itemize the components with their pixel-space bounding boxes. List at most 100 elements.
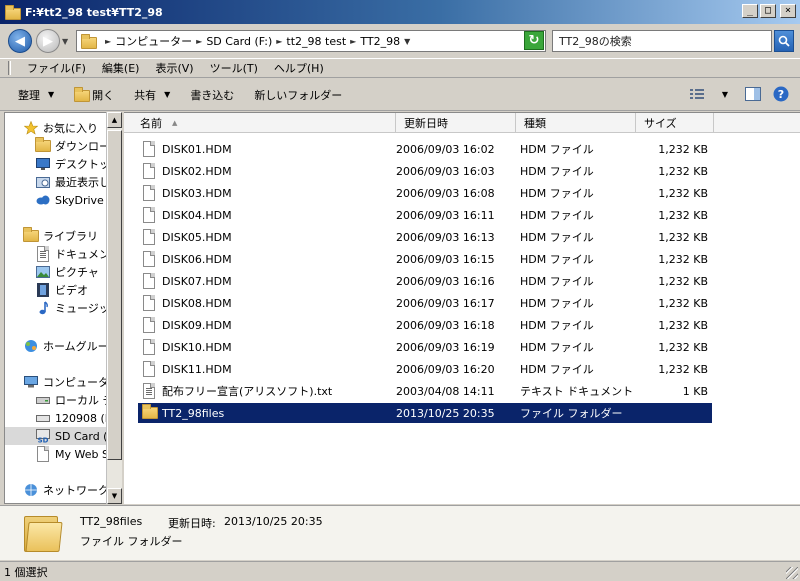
file-row[interactable]: DISK03.HDM 2006/09/03 16:08 HDM ファイル 1,2… [138, 183, 712, 203]
file-row[interactable]: DISK05.HDM 2006/09/03 16:13 HDM ファイル 1,2… [138, 227, 712, 247]
column-header-type[interactable]: 種類 [516, 113, 636, 133]
file-row[interactable]: 配布フリー宣言(アリスソフト).txt 2003/04/08 14:11 テキス… [138, 381, 712, 401]
scroll-down-arrow-icon[interactable]: ▼ [107, 488, 122, 504]
address-bar[interactable]: ► コンピューター ► SD Card (F:) ► tt2_98 test ►… [76, 30, 546, 52]
network-icon [23, 482, 39, 498]
close-button[interactable]: × [780, 4, 796, 18]
column-header-size[interactable]: サイズ [636, 113, 714, 133]
breadcrumb-separator-icon[interactable]: ► [196, 37, 202, 46]
file-name: TT2_98files [162, 406, 225, 420]
chevron-down-icon: ▼ [164, 90, 171, 99]
file-name: DISK07.HDM [162, 274, 232, 288]
nav-network[interactable]: ネットワーク [23, 481, 109, 499]
nav-libraries[interactable]: ライブラリ [23, 227, 98, 245]
file-row[interactable]: DISK02.HDM 2006/09/03 16:03 HDM ファイル 1,2… [138, 161, 712, 181]
file-icon [142, 339, 156, 355]
file-size: 1,232 KB [658, 252, 708, 266]
breadcrumb-separator-icon[interactable]: ▼ [404, 37, 410, 46]
nav-label: お気に入り [43, 122, 98, 135]
file-row[interactable]: DISK06.HDM 2006/09/03 16:15 HDM ファイル 1,2… [138, 249, 712, 269]
maximize-button[interactable]: □ [760, 4, 776, 18]
nav-pictures[interactable]: ピクチャ [35, 263, 99, 281]
search-input[interactable]: TT2_98の検索 [552, 30, 772, 52]
file-modified: 2006/09/03 16:16 [396, 274, 495, 288]
nav-videos[interactable]: ビデオ [35, 281, 88, 299]
sort-ascending-icon: ▲ [172, 118, 178, 127]
recent-pages-dropdown[interactable]: ▼ [62, 37, 68, 46]
back-button[interactable]: ◀ [8, 29, 32, 53]
svg-text:SD: SD [38, 437, 49, 444]
nav-scrollbar[interactable]: ▲ ▼ [106, 112, 122, 504]
menu-file[interactable]: ファイル(F) [19, 60, 94, 76]
nav-favorites[interactable]: お気に入り [23, 119, 98, 137]
minimize-button[interactable]: _ [742, 4, 758, 18]
breadcrumb-sd-card[interactable]: SD Card (F:) [206, 35, 272, 48]
chevron-down-icon: ▼ [48, 90, 55, 99]
file-row[interactable]: DISK08.HDM 2006/09/03 16:17 HDM ファイル 1,2… [138, 293, 712, 313]
file-row[interactable]: DISK01.HDM 2006/09/03 16:02 HDM ファイル 1,2… [138, 139, 712, 159]
preview-pane-icon [745, 87, 761, 101]
menu-edit[interactable]: 編集(E) [94, 60, 148, 76]
file-name: DISK05.HDM [162, 230, 232, 244]
file-size: 1,232 KB [658, 318, 708, 332]
file-row[interactable]: DISK07.HDM 2006/09/03 16:16 HDM ファイル 1,2… [138, 271, 712, 291]
file-modified: 2013/10/25 20:35 [396, 406, 495, 420]
help-button[interactable]: ? [772, 85, 790, 103]
file-row[interactable]: DISK04.HDM 2006/09/03 16:11 HDM ファイル 1,2… [138, 205, 712, 225]
column-header-name[interactable]: 名前 ▲ [124, 113, 396, 133]
file-modified: 2006/09/03 16:15 [396, 252, 495, 266]
caption-buttons: _ □ × [742, 4, 796, 18]
nav-label: ライブラリ [43, 230, 98, 243]
preview-pane-button[interactable] [744, 85, 762, 103]
chevron-down-icon: ▼ [721, 89, 729, 99]
nav-homegroup[interactable]: ホームグループ [23, 337, 119, 355]
scroll-up-arrow-icon[interactable]: ▲ [107, 112, 122, 128]
forward-arrow-icon: ▶ [43, 33, 53, 49]
breadcrumb-separator-icon[interactable]: ► [105, 37, 111, 46]
file-row-selected[interactable]: TT2_98files 2013/10/25 20:35 ファイル フォルダー [138, 403, 712, 423]
library-icon [23, 227, 39, 244]
share-button[interactable]: 共有 ▼ [124, 83, 180, 107]
menu-help[interactable]: ヘルプ(H) [266, 60, 332, 76]
change-view-button[interactable] [688, 85, 706, 103]
resize-grip[interactable] [786, 567, 798, 579]
menu-view[interactable]: 表示(V) [147, 60, 201, 76]
breadcrumb-separator-icon[interactable]: ► [276, 37, 282, 46]
folder-icon [5, 5, 21, 20]
file-row[interactable]: DISK10.HDM 2006/09/03 16:19 HDM ファイル 1,2… [138, 337, 712, 357]
menu-bar: ファイル(F) 編集(E) 表示(V) ツール(T) ヘルプ(H) [0, 58, 800, 78]
view-menu-button[interactable]: ▼ [716, 85, 734, 103]
file-name: DISK01.HDM [162, 142, 232, 156]
menu-tools[interactable]: ツール(T) [202, 60, 266, 76]
breadcrumb-tt2-98-test[interactable]: tt2_98 test [286, 35, 346, 48]
scroll-thumb[interactable] [107, 130, 122, 460]
column-header-modified[interactable]: 更新日時 [396, 113, 516, 133]
breadcrumb-tt2-98[interactable]: TT2_98 [360, 35, 400, 48]
organize-button[interactable]: 整理 ▼ [8, 83, 64, 107]
hard-disk-icon [35, 392, 51, 408]
burn-button[interactable]: 書き込む [180, 83, 244, 107]
nav-skydrive[interactable]: SkyDrive [35, 191, 104, 209]
forward-button[interactable]: ▶ [36, 29, 60, 53]
breadcrumb-separator-icon[interactable]: ► [350, 37, 356, 46]
open-button[interactable]: 開く [64, 83, 124, 107]
homegroup-icon [23, 338, 39, 354]
file-row[interactable]: DISK11.HDM 2006/09/03 16:20 HDM ファイル 1,2… [138, 359, 712, 379]
nav-label: ビデオ [55, 284, 88, 297]
nav-drive-d[interactable]: 120908 (D [35, 409, 113, 427]
menu-grip [8, 61, 11, 75]
refresh-button[interactable]: ↻ [524, 31, 544, 50]
details-type: ファイル フォルダー [80, 535, 183, 548]
file-name: DISK09.HDM [162, 318, 232, 332]
search-button[interactable] [774, 30, 794, 52]
file-row[interactable]: DISK09.HDM 2006/09/03 16:18 HDM ファイル 1,2… [138, 315, 712, 335]
details-view-icon [690, 89, 704, 99]
breadcrumb-computer[interactable]: コンピューター [115, 33, 192, 49]
file-size: 1,232 KB [658, 230, 708, 244]
file-name: DISK10.HDM [162, 340, 232, 354]
refresh-icon: ↻ [528, 33, 540, 48]
new-folder-button[interactable]: 新しいフォルダー [244, 83, 352, 107]
file-size: 1,232 KB [658, 142, 708, 156]
nav-sd-card[interactable]: SD SD Card (F:) [5, 427, 121, 445]
file-type: HDM ファイル [520, 231, 594, 244]
